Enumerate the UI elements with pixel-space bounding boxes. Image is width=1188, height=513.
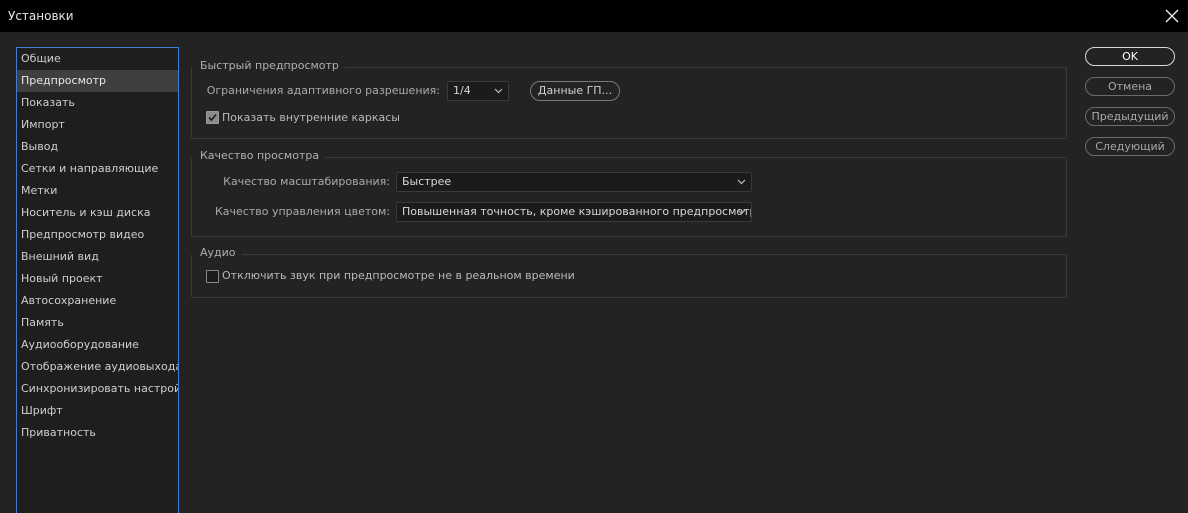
- sidebar-item-audio-output-mapping[interactable]: Отображение аудиовыхода: [17, 356, 178, 378]
- previous-button[interactable]: Предыдущий: [1085, 107, 1175, 126]
- sidebar-item-font[interactable]: Шрифт: [17, 400, 178, 422]
- sidebar-item-privacy[interactable]: Приватность: [17, 422, 178, 444]
- next-button[interactable]: Следующий: [1085, 137, 1175, 156]
- close-button[interactable]: [1162, 6, 1182, 26]
- chevron-down-icon: [737, 179, 746, 185]
- ok-button[interactable]: OK: [1085, 47, 1175, 66]
- sidebar-item-output[interactable]: Вывод: [17, 136, 178, 158]
- adaptive-resolution-select[interactable]: 1/4: [447, 81, 509, 101]
- sidebar-item-new-project[interactable]: Новый проект: [17, 268, 178, 290]
- close-icon: [1165, 9, 1179, 23]
- audio-group: Аудио Отключить звук при предпросмотре н…: [191, 246, 1067, 298]
- adaptive-resolution-label: Ограничения адаптивного разрешения:: [206, 84, 440, 97]
- fast-preview-title: Быстрый предпросмотр: [192, 59, 345, 72]
- window-title: Установки: [8, 9, 74, 23]
- audio-title: Аудио: [192, 246, 242, 259]
- zoom-quality-value: Быстрее: [402, 175, 452, 188]
- preferences-sidebar: Общие Предпросмотр Показать Импорт Вывод…: [16, 47, 179, 513]
- mute-audio-label: Отключить звук при предпросмотре не в ре…: [222, 269, 575, 282]
- checkmark-icon: [208, 113, 217, 122]
- cancel-button[interactable]: Отмена: [1085, 77, 1175, 96]
- sidebar-item-sync-settings[interactable]: Синхронизировать настройки: [17, 378, 178, 400]
- fast-preview-group: Быстрый предпросмотр Ограничения адаптив…: [191, 59, 1067, 139]
- color-management-select[interactable]: Повышенная точность, кроме кэшированного…: [396, 202, 752, 222]
- color-management-value: Повышенная точность, кроме кэшированного…: [402, 205, 752, 218]
- sidebar-item-autosave[interactable]: Автосохранение: [17, 290, 178, 312]
- sidebar-item-appearance[interactable]: Внешний вид: [17, 246, 178, 268]
- show-wireframes-checkbox[interactable]: [206, 111, 219, 124]
- sidebar-item-display[interactable]: Показать: [17, 92, 178, 114]
- sidebar-item-media-disk-cache[interactable]: Носитель и кэш диска: [17, 202, 178, 224]
- sidebar-item-video-preview[interactable]: Предпросмотр видео: [17, 224, 178, 246]
- sidebar-item-grids-guides[interactable]: Сетки и направляющие: [17, 158, 178, 180]
- sidebar-item-import[interactable]: Импорт: [17, 114, 178, 136]
- sidebar-item-memory[interactable]: Память: [17, 312, 178, 334]
- show-wireframes-label: Показать внутренние каркасы: [222, 111, 400, 124]
- zoom-quality-label: Качество масштабирования:: [223, 175, 390, 188]
- title-bar: Установки: [0, 0, 1188, 32]
- sidebar-item-labels[interactable]: Метки: [17, 180, 178, 202]
- sidebar-item-audio-hardware[interactable]: Аудиооборудование: [17, 334, 178, 356]
- zoom-quality-select[interactable]: Быстрее: [396, 172, 752, 192]
- viewer-quality-title: Качество просмотра: [192, 149, 326, 162]
- adaptive-resolution-value: 1/4: [453, 84, 471, 97]
- gpu-info-button[interactable]: Данные ГП...: [530, 81, 620, 101]
- color-management-label: Качество управления цветом:: [214, 205, 390, 218]
- chevron-down-icon: [494, 88, 503, 94]
- mute-audio-checkbox[interactable]: [206, 270, 219, 283]
- sidebar-item-preview[interactable]: Предпросмотр: [17, 70, 178, 92]
- chevron-down-icon: [737, 209, 746, 215]
- viewer-quality-group: Качество просмотра Качество масштабирова…: [191, 149, 1067, 237]
- sidebar-item-general[interactable]: Общие: [17, 48, 178, 70]
